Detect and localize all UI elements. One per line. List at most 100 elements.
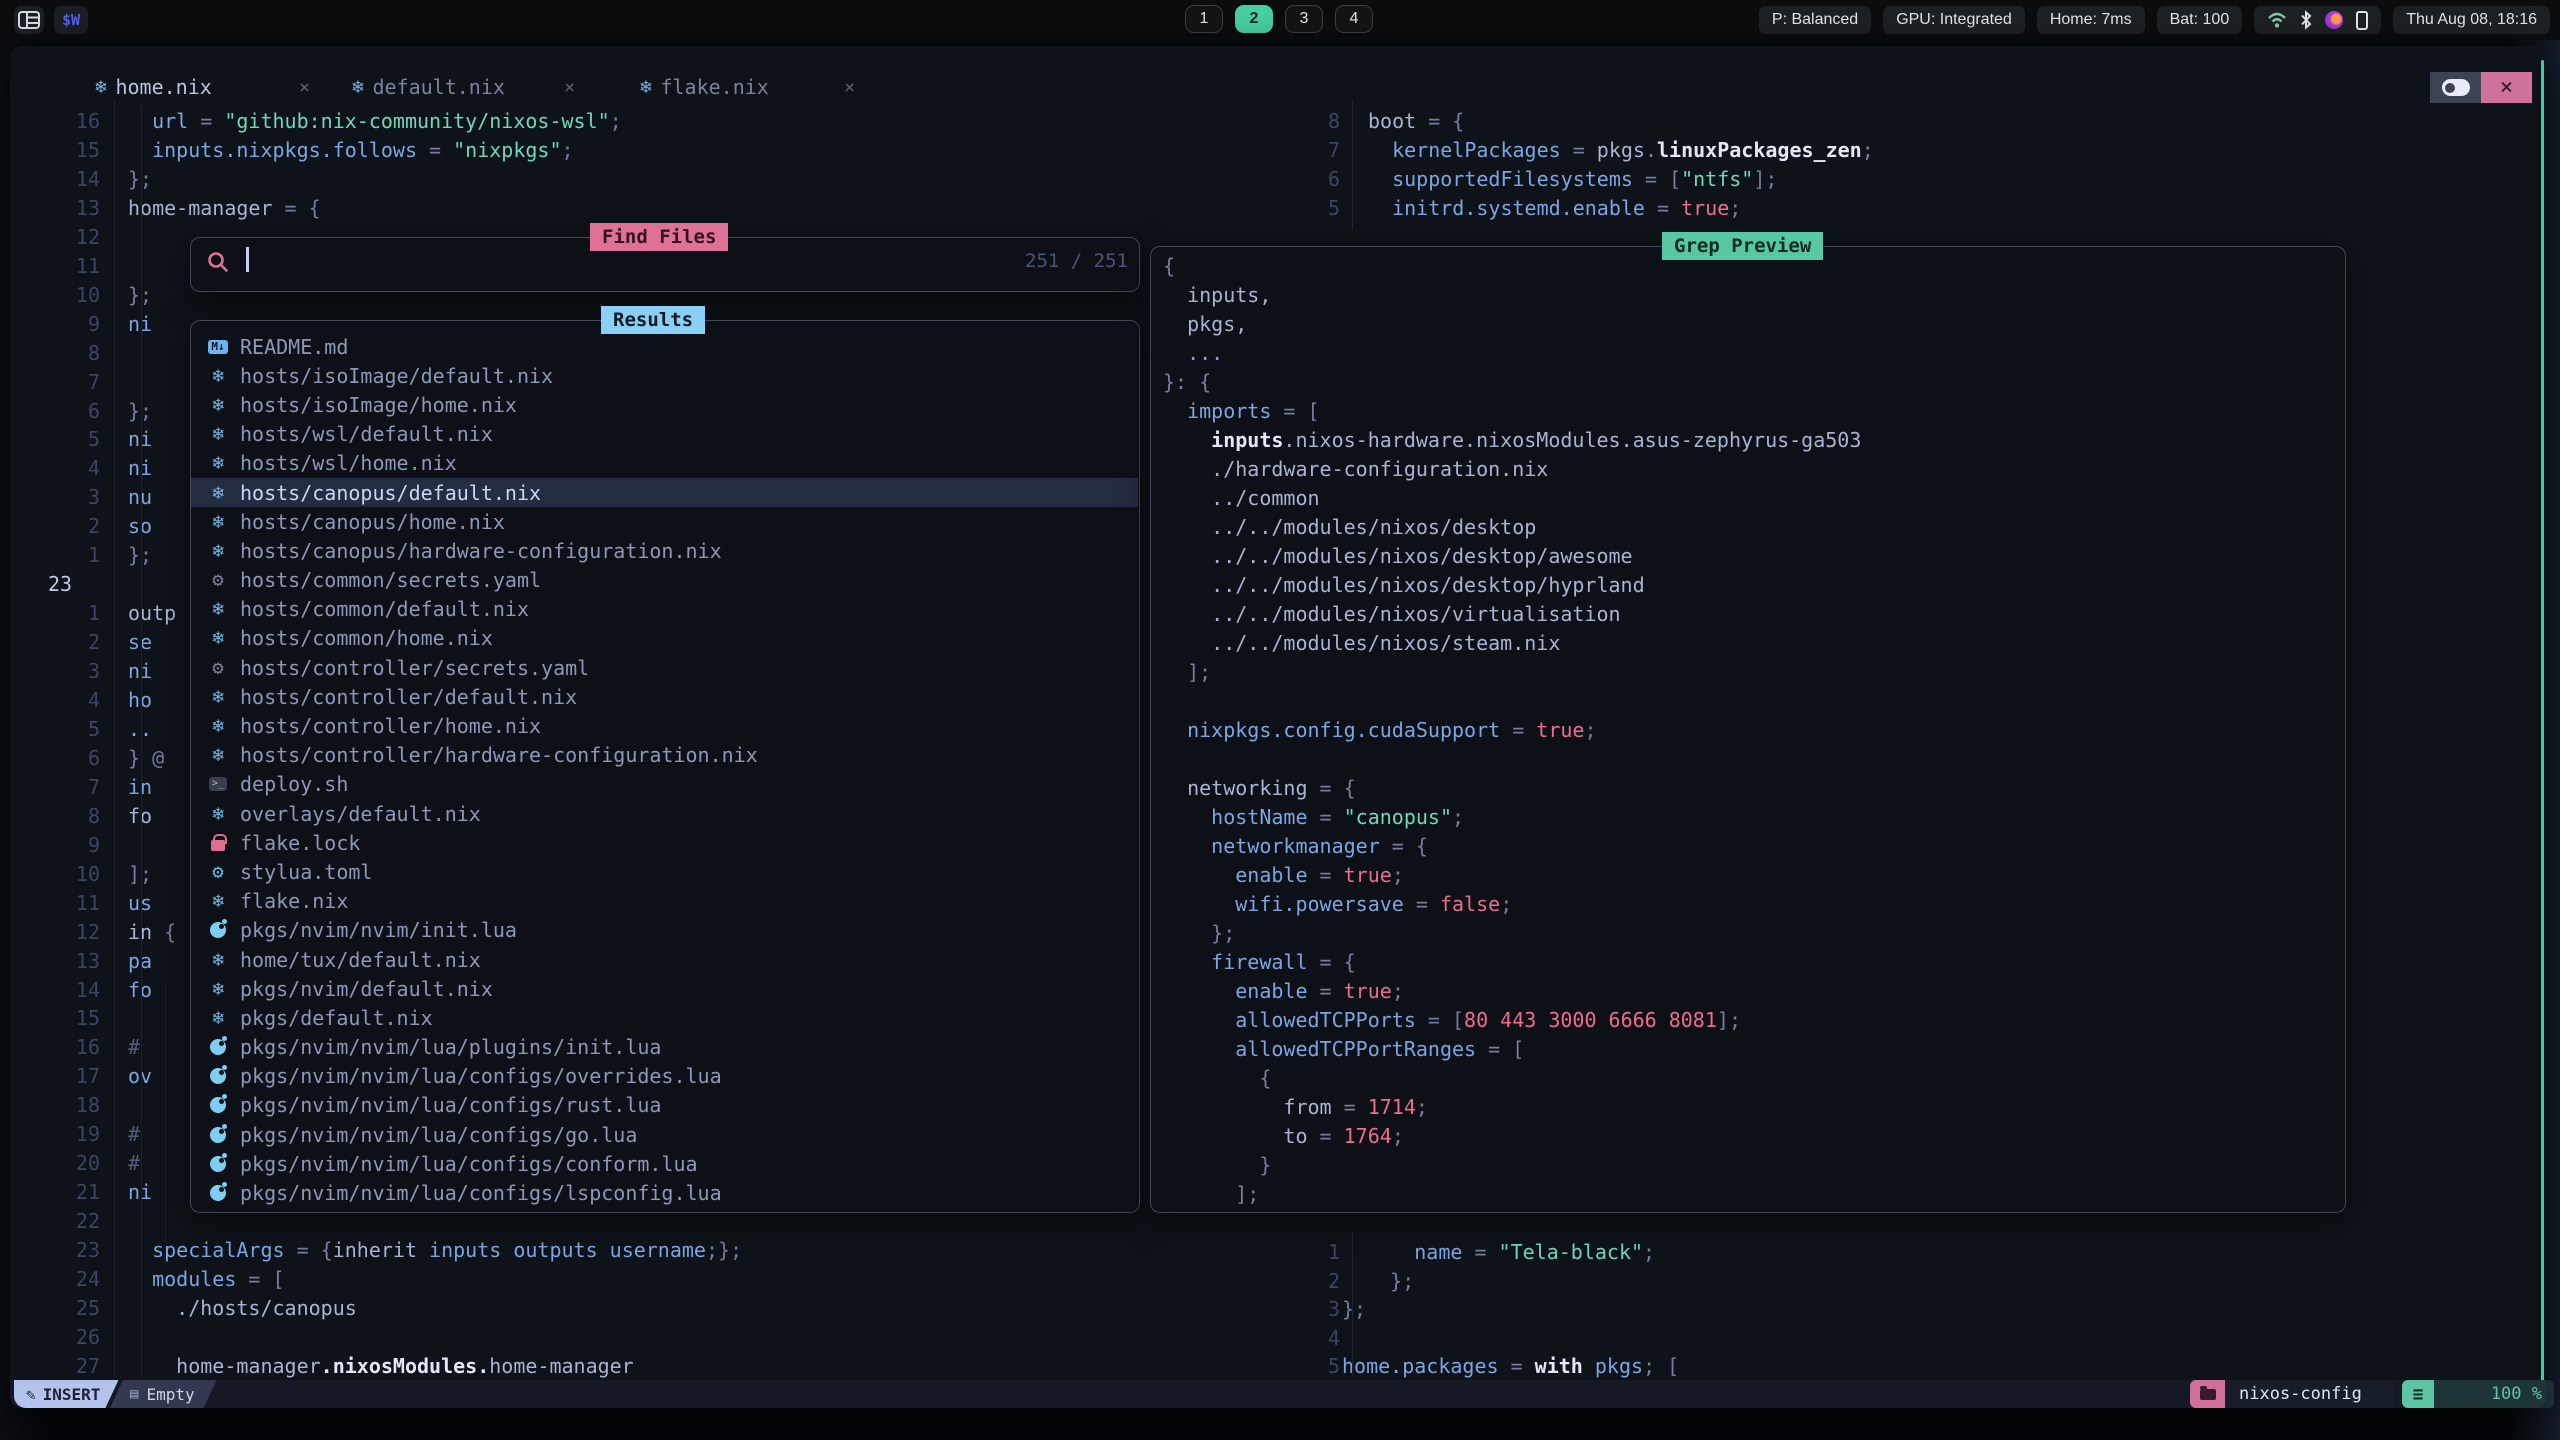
result-item[interactable]: ❄hosts/controller/default.nix — [191, 682, 1138, 711]
line-number: 24 — [40, 1265, 100, 1294]
result-filename: pkgs/nvim/nvim/lua/configs/rust.lua — [240, 1093, 661, 1117]
wm-logo[interactable]: $W — [54, 6, 88, 34]
result-item[interactable]: ❄hosts/isoImage/default.nix — [191, 361, 1138, 390]
file-icon-wrap: ❄ — [205, 949, 231, 971]
line-number: 8 — [1286, 107, 1340, 136]
buffer-label: Empty — [146, 1385, 194, 1404]
project-folder-badge — [2190, 1380, 2225, 1408]
result-filename: stylua.toml — [240, 860, 372, 884]
code-line: kernelPackages = pkgs.linuxPackages_zen; — [1368, 136, 1874, 165]
result-item[interactable]: M↓README.md — [191, 332, 1138, 361]
result-item[interactable]: ❄hosts/canopus/home.nix — [191, 507, 1138, 536]
result-item[interactable]: ❄overlays/default.nix — [191, 799, 1138, 828]
result-item[interactable]: pkgs/nvim/nvim/lua/configs/lspconfig.lua — [191, 1178, 1138, 1207]
preview-code-line: ../../modules/nixos/desktop/awesome — [1163, 542, 2344, 571]
tab-close-icon[interactable]: × — [299, 77, 310, 98]
result-item[interactable]: ❄ hosts/common/default.nix — [191, 595, 1138, 624]
result-item[interactable]: >_deploy.sh — [191, 770, 1138, 799]
result-item[interactable]: ❄hosts/controller/hardware-configuration… — [191, 741, 1138, 770]
result-item[interactable]: ⚙hosts/common/secrets.yaml — [191, 566, 1138, 595]
find-files-title: Find Files — [590, 223, 728, 251]
code-line: # — [128, 1149, 140, 1178]
preview-code-line: networkmanager = { — [1163, 832, 2344, 861]
results-list[interactable]: M↓README.md❄hosts/isoImage/default.nix❄h… — [191, 322, 1138, 1211]
line-number: 5 — [1286, 194, 1340, 223]
workspace-button-1[interactable]: 1 — [1185, 5, 1223, 33]
result-item[interactable]: ❄hosts/isoImage/home.nix — [191, 390, 1138, 419]
status-pill: GPU: Integrated — [1883, 6, 2025, 34]
result-item[interactable]: ❄hosts/controller/home.nix — [191, 711, 1138, 740]
tab-default.nix[interactable]: ❄default.nix× — [352, 70, 575, 104]
line-number: 8 — [40, 339, 100, 368]
line-number: 4 — [40, 686, 100, 715]
preview-code-line: allowedTCPPortRanges = [ — [1163, 1035, 2344, 1064]
line-number: 1 — [40, 541, 100, 570]
result-filename: pkgs/nvim/nvim/init.lua — [240, 918, 517, 942]
result-item[interactable]: flake.lock — [191, 828, 1138, 857]
result-item[interactable]: pkgs/nvim/nvim/init.lua — [191, 916, 1138, 945]
line-number: 2 — [40, 512, 100, 541]
result-item[interactable]: pkgs/nvim/nvim/lua/configs/conform.lua — [191, 1149, 1138, 1178]
preview-code-line: ./hardware-configuration.nix — [1163, 455, 2344, 484]
workspace-button-2[interactable]: 2 — [1235, 5, 1273, 33]
nix-file-icon: ❄ — [212, 598, 223, 620]
search-input-caret[interactable] — [246, 247, 249, 272]
result-filename: hosts/common/default.nix — [240, 597, 529, 621]
file-icon-wrap: ⚙ — [205, 657, 231, 679]
result-filename: pkgs/nvim/nvim/lua/configs/overrides.lua — [240, 1064, 722, 1088]
nix-file-icon: ❄ — [212, 949, 223, 971]
lua-file-icon — [210, 1068, 226, 1084]
result-filename: pkgs/nvim/nvim/lua/configs/go.lua — [240, 1123, 637, 1147]
app-launcher-icon[interactable] — [14, 6, 44, 34]
line-number: 14 — [40, 165, 100, 194]
code-line: inputs.nixpkgs.follows = "nixpkgs"; — [128, 136, 574, 165]
result-item[interactable]: ❄pkgs/default.nix — [191, 1003, 1138, 1032]
tab-close-icon[interactable]: × — [564, 77, 575, 98]
result-item[interactable]: ⚙stylua.toml — [191, 857, 1138, 886]
bluetooth-icon — [2300, 10, 2312, 30]
code-line: name = "Tela-black"; — [1342, 1238, 1655, 1267]
result-item[interactable]: ❄hosts/common/home.nix — [191, 624, 1138, 653]
result-item[interactable]: pkgs/nvim/nvim/lua/configs/go.lua — [191, 1120, 1138, 1149]
result-filename: hosts/common/secrets.yaml — [240, 568, 541, 592]
result-item[interactable]: ❄flake.nix — [191, 887, 1138, 916]
grep-preview-content: { inputs, pkgs, ...}: { imports = [ inpu… — [1152, 248, 2344, 1211]
preview-code-line: enable = true; — [1163, 861, 2344, 890]
line-number: 9 — [40, 310, 100, 339]
line-number: 25 — [40, 1294, 100, 1323]
nix-file-icon: ❄ — [212, 452, 223, 474]
result-filename: hosts/isoImage/default.nix — [240, 364, 553, 388]
result-item[interactable]: pkgs/nvim/nvim/lua/configs/rust.lua — [191, 1091, 1138, 1120]
tab-flake.nix[interactable]: ❄flake.nix× — [640, 70, 855, 104]
workspace-button-4[interactable]: 4 — [1335, 5, 1373, 33]
result-item[interactable]: ❄pkgs/nvim/default.nix — [191, 974, 1138, 1003]
window-toggle-button[interactable] — [2430, 72, 2481, 103]
system-tray[interactable] — [2254, 6, 2381, 34]
result-item[interactable]: ❄hosts/canopus/default.nix — [191, 478, 1138, 507]
preview-code-line: ]; — [1163, 1180, 2344, 1209]
line-number: 6 — [40, 397, 100, 426]
preview-code-line: enable = true; — [1163, 977, 2344, 1006]
result-item[interactable]: pkgs/nvim/nvim/lua/plugins/init.lua — [191, 1033, 1138, 1062]
result-item[interactable]: ❄ hosts/wsl/default.nix — [191, 420, 1138, 449]
result-filename: hosts/wsl/default.nix — [240, 422, 493, 446]
preview-code-line — [1163, 745, 2344, 774]
workspace-switcher: 1234 — [1185, 5, 1373, 33]
result-item[interactable]: ❄home/tux/default.nix — [191, 945, 1138, 974]
result-filename: flake.lock — [240, 831, 360, 855]
grep-preview-title: Grep Preview — [1662, 232, 1823, 260]
workspace-button-3[interactable]: 3 — [1285, 5, 1323, 33]
line-number: 16 — [40, 107, 100, 136]
window-close-button[interactable]: × — [2481, 72, 2532, 103]
result-item[interactable]: ⚙hosts/controller/secrets.yaml — [191, 653, 1138, 682]
nix-file-icon: ❄ — [212, 686, 223, 708]
preview-code-line: from = 1714; — [1163, 1093, 2344, 1122]
tab-close-icon[interactable]: × — [844, 77, 855, 98]
result-item[interactable]: pkgs/nvim/nvim/lua/configs/overrides.lua — [191, 1062, 1138, 1091]
line-number: 4 — [1286, 1324, 1340, 1353]
tab-home.nix[interactable]: ❄home.nix× — [95, 70, 310, 104]
result-item[interactable]: ❄hosts/wsl/home.nix — [191, 449, 1138, 478]
result-item[interactable]: ❄hosts/canopus/hardware-configuration.ni… — [191, 536, 1138, 565]
line-number: 22 — [40, 1207, 100, 1236]
nix-file-icon: ❄ — [212, 423, 223, 445]
